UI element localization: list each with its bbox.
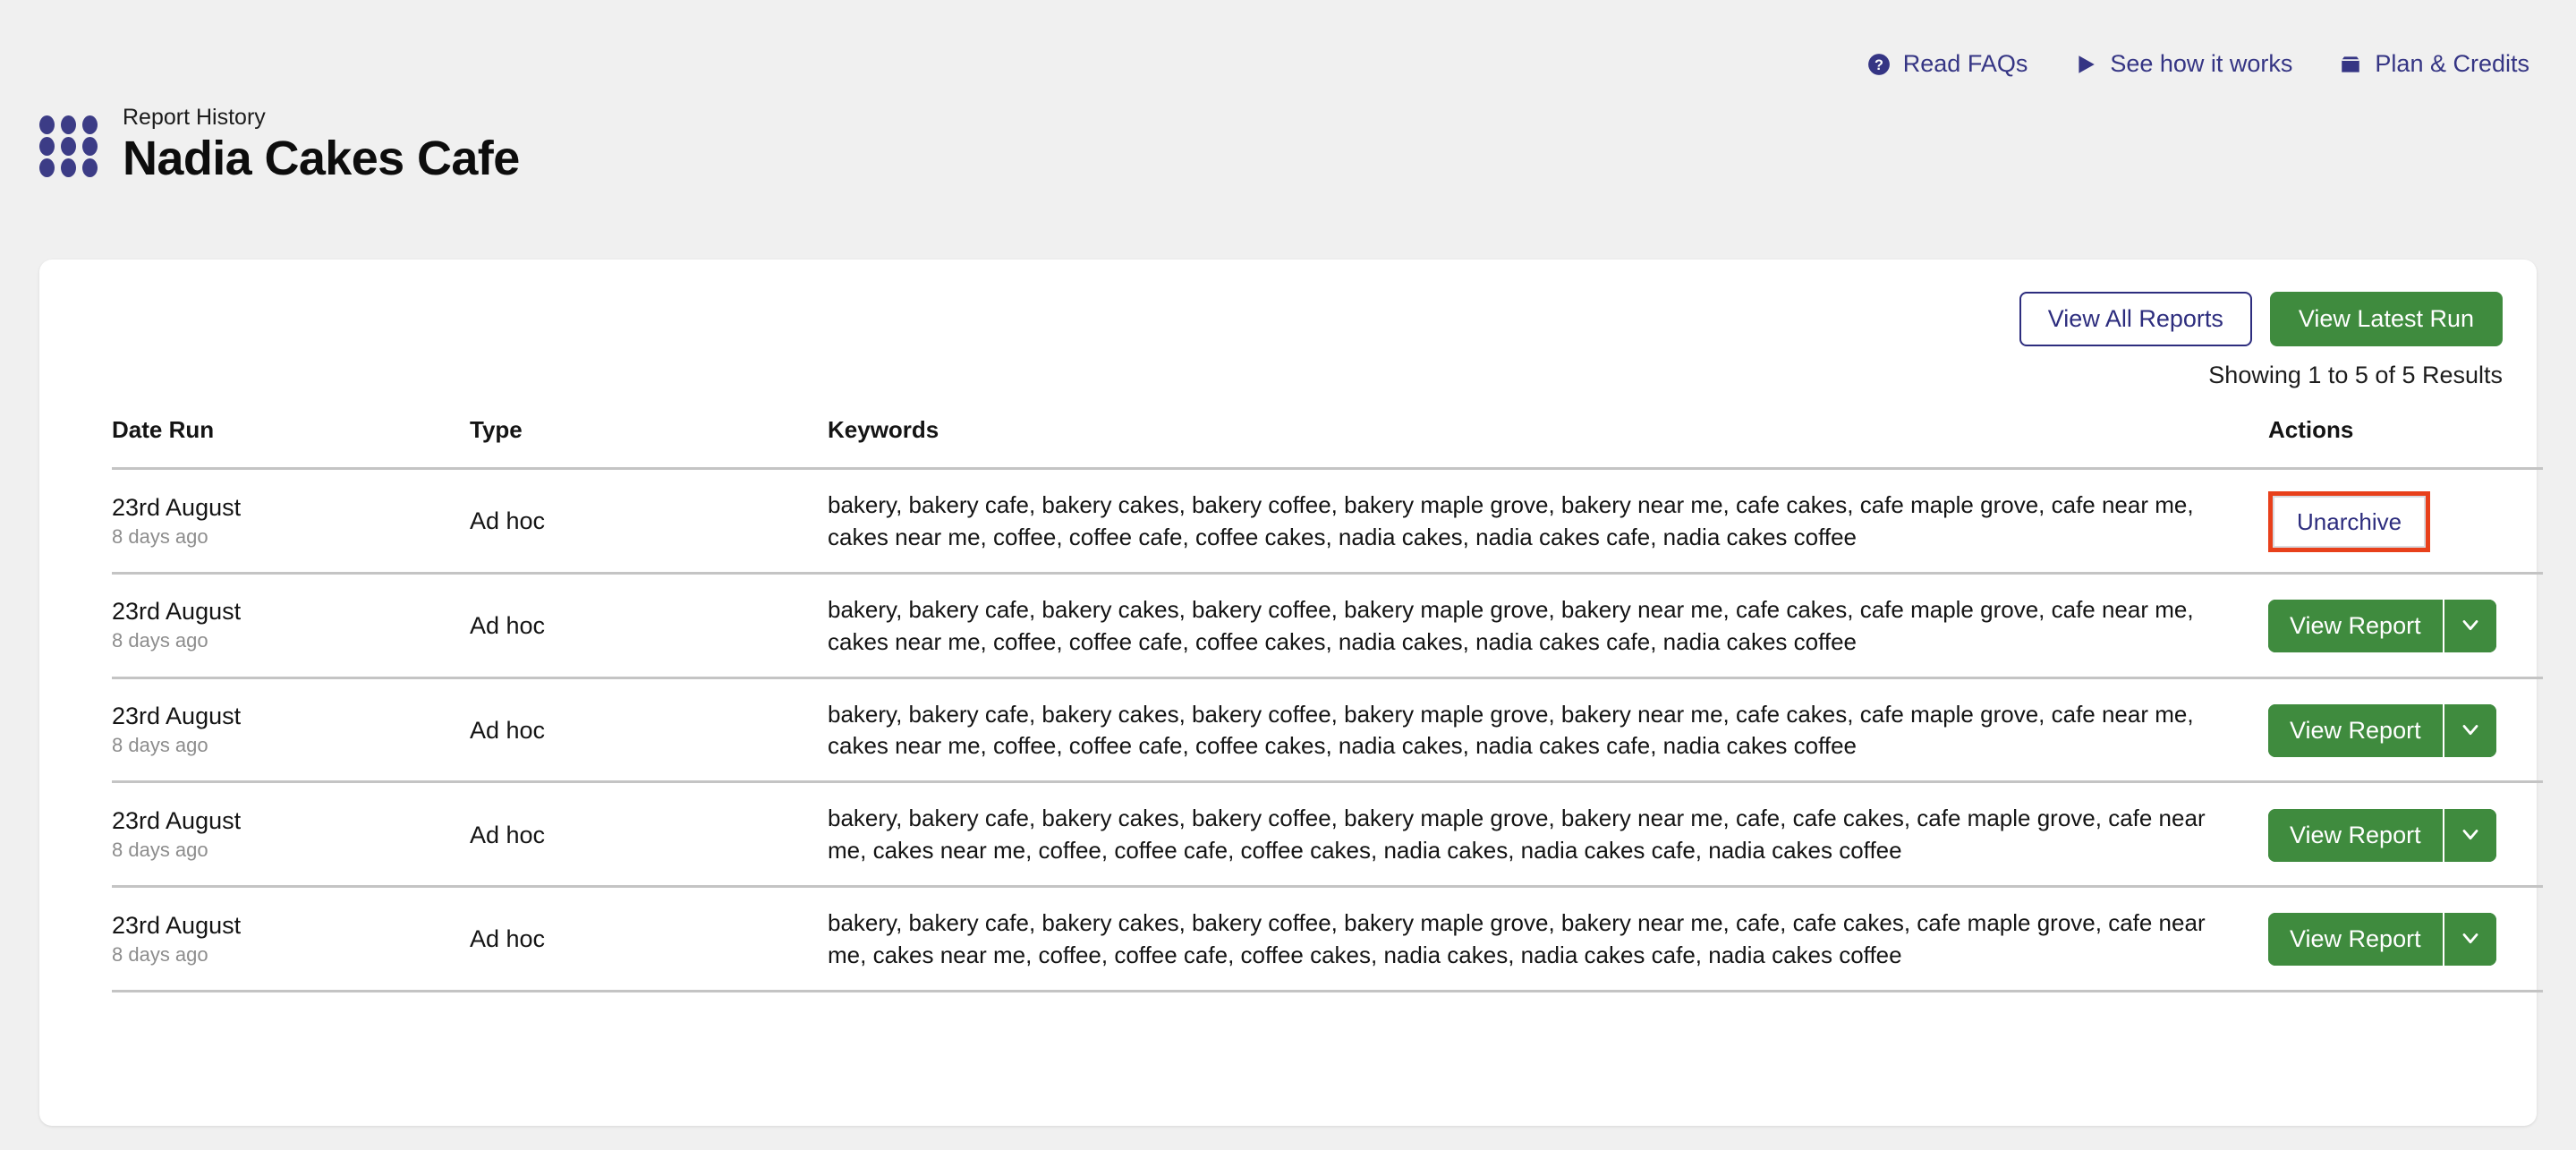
view-report-split-button: View Report — [2268, 913, 2496, 967]
question-circle-icon: ? — [1867, 53, 1891, 76]
cell-actions: View Report — [2268, 677, 2543, 782]
table-row: 23rd August 8 days ago Ad hoc bakery, baker… — [112, 677, 2543, 782]
chevron-down-icon — [2458, 717, 2483, 745]
date-relative-value: 8 days ago — [112, 524, 208, 548]
view-report-dropdown-button[interactable] — [2444, 808, 2496, 862]
view-report-dropdown-button[interactable] — [2444, 913, 2496, 967]
cell-type: Ad hoc — [470, 507, 546, 535]
view-report-button[interactable]: View Report — [2268, 600, 2443, 653]
cell-date: 23rd August 8 days ago — [112, 573, 470, 677]
table-row: 23rd August 8 days ago Ad hoc bakery, baker… — [112, 782, 2543, 887]
cell-type: Ad hoc — [470, 612, 546, 640]
column-header-type: Type — [470, 416, 523, 443]
keywords-value: bakery, bakery cafe, bakery cakes, baker… — [828, 595, 2194, 655]
keywords-value: bakery, bakery cafe, bakery cakes, baker… — [828, 700, 2194, 760]
cell-date: 23rd August 8 days ago — [112, 887, 470, 992]
svg-text:?: ? — [1875, 56, 1883, 72]
keywords-value: bakery, bakery cafe, bakery cakes, baker… — [828, 805, 2206, 865]
cell-date: 23rd August 8 days ago — [112, 469, 470, 574]
cell-actions: View Report — [2268, 887, 2543, 992]
cell-actions: Unarchive — [2268, 469, 2543, 574]
page-title: Nadia Cakes Cafe — [123, 132, 520, 186]
view-report-button[interactable]: View Report — [2268, 913, 2443, 967]
read-faqs-link[interactable]: ? Read FAQs — [1867, 50, 2028, 78]
report-history-table: Date Run Type Keywords Actions 23rd Augu… — [112, 416, 2543, 992]
table-row: 23rd August 8 days ago Ad hoc bakery, baker… — [112, 573, 2543, 677]
cell-actions: View Report — [2268, 782, 2543, 887]
view-report-split-button: View Report — [2268, 600, 2496, 653]
date-relative-value: 8 days ago — [112, 629, 208, 652]
breadcrumb: Report History — [123, 105, 266, 130]
cell-date: 23rd August 8 days ago — [112, 782, 470, 887]
top-utility-nav: ? Read FAQs See how it works Plan & Cred… — [1867, 50, 2529, 78]
table-row: 23rd August 8 days ago Ad hoc bakery, baker… — [112, 887, 2543, 992]
date-relative-value: 8 days ago — [112, 734, 208, 757]
cell-type: Ad hoc — [470, 821, 546, 848]
chevron-down-icon — [2458, 925, 2483, 953]
date-run-value: 23rd August — [112, 911, 242, 939]
view-report-dropdown-button[interactable] — [2444, 600, 2496, 653]
chevron-down-icon — [2458, 612, 2483, 640]
view-report-split-button: View Report — [2268, 703, 2496, 757]
plan-credits-label: Plan & Credits — [2375, 50, 2529, 77]
cell-date: 23rd August 8 days ago — [112, 677, 470, 782]
cell-type: Ad hoc — [470, 716, 546, 744]
cell-actions: View Report — [2268, 573, 2543, 677]
date-relative-value: 8 days ago — [112, 942, 208, 966]
cell-keywords: bakery, bakery cafe, bakery cakes, baker… — [828, 887, 2268, 992]
cell-keywords: bakery, bakery cafe, bakery cakes, baker… — [828, 573, 2268, 677]
chevron-down-icon — [2458, 822, 2483, 849]
view-report-button[interactable]: View Report — [2268, 703, 2443, 757]
unarchive-button[interactable]: Unarchive — [2273, 495, 2427, 548]
date-run-value: 23rd August — [112, 806, 242, 834]
report-history-card: View All Reports View Latest Run Showing… — [39, 260, 2543, 1126]
cell-type: Ad hoc — [470, 925, 546, 953]
results-count-label: Showing 1 to 5 of 5 Results — [2208, 362, 2503, 388]
view-report-button[interactable]: View Report — [2268, 808, 2443, 862]
play-triangle-icon — [2074, 53, 2097, 76]
date-relative-value: 8 days ago — [112, 838, 208, 861]
table-row: 23rd August 8 days ago Ad hoc bakery, baker… — [112, 469, 2543, 574]
view-latest-run-button[interactable]: View Latest Run — [2269, 292, 2503, 346]
cell-keywords: bakery, bakery cafe, bakery cakes, baker… — [828, 782, 2268, 887]
package-box-icon — [2339, 53, 2362, 76]
view-report-dropdown-button[interactable] — [2444, 703, 2496, 757]
nine-dot-grid-icon — [39, 115, 98, 177]
column-header-keywords: Keywords — [828, 416, 939, 443]
date-run-value: 23rd August — [112, 493, 242, 521]
column-header-date: Date Run — [112, 416, 215, 443]
view-report-split-button: View Report — [2268, 808, 2496, 862]
card-toolbar: View All Reports View Latest Run Showing… — [2019, 292, 2503, 389]
page-header: Report History Nadia Cakes Cafe — [39, 104, 520, 184]
cell-keywords: bakery, bakery cafe, bakery cakes, baker… — [828, 469, 2268, 574]
plan-credits-link[interactable]: Plan & Credits — [2339, 50, 2529, 78]
date-run-value: 23rd August — [112, 703, 242, 729]
cell-keywords: bakery, bakery cafe, bakery cakes, baker… — [828, 677, 2268, 782]
view-all-reports-button[interactable]: View All Reports — [2019, 292, 2252, 346]
unarchive-highlight-box: Unarchive — [2268, 490, 2431, 552]
table-header: Date Run Type Keywords Actions — [112, 416, 2543, 469]
keywords-value: bakery, bakery cafe, bakery cakes, baker… — [828, 909, 2206, 968]
table-body: 23rd August 8 days ago Ad hoc bakery, baker… — [112, 469, 2543, 992]
keywords-value: bakery, bakery cafe, bakery cakes, baker… — [828, 491, 2194, 550]
see-how-it-works-label: See how it works — [2110, 50, 2293, 77]
column-header-actions: Actions — [2268, 416, 2354, 443]
see-how-it-works-link[interactable]: See how it works — [2074, 50, 2292, 78]
read-faqs-label: Read FAQs — [1902, 50, 2028, 77]
date-run-value: 23rd August — [112, 598, 242, 626]
